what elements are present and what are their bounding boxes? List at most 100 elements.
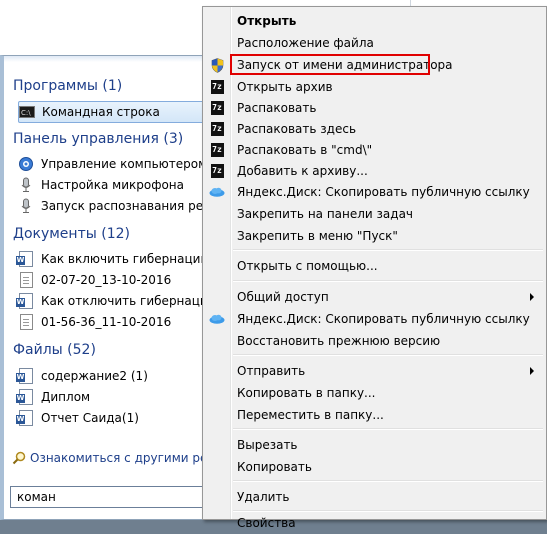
menu-item-label: Свойства: [237, 516, 296, 530]
result-item-label: Отчет Саида(1): [41, 411, 139, 425]
menu-item-open[interactable]: Открыть: [203, 10, 546, 32]
result-item-label: 01-56-36_11-10-2016: [41, 315, 172, 329]
menu-item-properties[interactable]: Свойства: [203, 512, 546, 534]
result-item-label: Командная строка: [42, 105, 160, 119]
menu-item-label: Открыть архив: [237, 80, 333, 94]
see-more-results-link[interactable]: Ознакомиться с другими резул: [12, 451, 229, 465]
menu-item-move-to-folder[interactable]: Переместить в папку...: [203, 404, 546, 426]
menu-item-label: Открыть с помощью...: [237, 259, 378, 273]
menu-item-yandex-copy-link[interactable]: Яндекс.Диск: Скопировать публичную ссылк…: [203, 181, 546, 203]
result-item-speech-recognition[interactable]: Запуск распознавания речи: [18, 196, 218, 216]
result-item-label: Управление компьютером б: [41, 157, 219, 171]
result-item-label: Как отключить гибернацию: [41, 294, 218, 308]
7zip-icon: 7z: [209, 142, 225, 158]
menu-item-label: Копировать в папку...: [237, 386, 376, 400]
word-doc-icon: [16, 410, 34, 426]
menu-item-label: Переместить в папку...: [237, 408, 384, 422]
menu-item-label: Общий доступ: [237, 290, 329, 304]
menu-item-label: Распаковать: [237, 101, 317, 115]
menu-item-label: Отправить: [237, 364, 306, 378]
context-menu: Открыть Расположение файла Запуск от име…: [202, 6, 547, 530]
menu-item-label: Яндекс.Диск: Скопировать публичную ссылк…: [237, 312, 530, 326]
uac-shield-icon: [209, 57, 225, 73]
word-doc-icon: [16, 368, 34, 384]
menu-item-send-to[interactable]: Отправить: [203, 360, 546, 382]
microphone-icon: [18, 198, 34, 214]
menu-item-label: Яндекс.Диск: Скопировать публичную ссылк…: [237, 185, 530, 199]
document-icon: [18, 314, 34, 330]
menu-item-restore-previous[interactable]: Восстановить прежнюю версию: [203, 330, 546, 352]
menu-item-label: Восстановить прежнюю версию: [237, 334, 441, 348]
result-item-computer-management[interactable]: Управление компьютером б: [18, 154, 218, 174]
submenu-arrow-icon: [530, 367, 534, 375]
word-doc-icon: [16, 389, 34, 405]
menu-item-label: Вырезать: [237, 438, 298, 452]
cmd-icon: C:\: [19, 104, 35, 120]
menu-item-extract[interactable]: 7z Распаковать: [203, 97, 546, 119]
menu-item-label: Закрепить на панели задач: [237, 207, 414, 221]
result-item-label: Настройка микрофона: [41, 178, 184, 192]
menu-item-add-to-archive[interactable]: 7z Добавить к архиву...: [203, 160, 546, 182]
menu-separator: [233, 480, 543, 482]
result-item-file[interactable]: Диплом: [16, 387, 218, 407]
panel-top-fade: [4, 56, 214, 62]
menu-item-extract-here[interactable]: 7z Распаковать здесь: [203, 118, 546, 140]
menu-item-label: Добавить к архиву...: [237, 164, 368, 178]
search-input[interactable]: коман: [10, 486, 215, 508]
result-item-label: содержание2 (1): [41, 369, 148, 383]
menu-item-delete[interactable]: Удалить: [203, 486, 546, 508]
menu-item-label: Расположение файла: [237, 36, 374, 50]
group-header-control-panel[interactable]: Панель управления (3): [13, 131, 183, 147]
menu-item-pin-start[interactable]: Закрепить в меню "Пуск": [203, 225, 546, 247]
menu-item-extract-to[interactable]: 7z Распаковать в "cmd\": [203, 139, 546, 161]
result-item-doc[interactable]: 01-56-36_11-10-2016: [18, 312, 218, 332]
menu-separator: [233, 354, 543, 356]
result-item-label: Запуск распознавания речи: [41, 199, 218, 213]
menu-item-sharing[interactable]: Общий доступ: [203, 286, 546, 308]
menu-item-copy-to-folder[interactable]: Копировать в папку...: [203, 382, 546, 404]
submenu-arrow-icon: [530, 293, 534, 301]
result-item-file[interactable]: содержание2 (1): [16, 366, 218, 386]
menu-item-label: Распаковать здесь: [237, 122, 357, 136]
result-item-file[interactable]: Отчет Саида(1): [16, 408, 218, 428]
result-item-doc[interactable]: Как включить гибернацию в: [16, 249, 222, 269]
menu-separator: [233, 280, 543, 282]
menu-item-pin-taskbar[interactable]: Закрепить на панели задач: [203, 203, 546, 225]
menu-item-cut[interactable]: Вырезать: [203, 434, 546, 456]
highlight-box: [230, 54, 430, 75]
document-icon: [18, 272, 34, 288]
menu-item-label: Удалить: [237, 490, 290, 504]
microphone-icon: [18, 177, 34, 193]
group-header-files[interactable]: Файлы (52): [13, 342, 96, 358]
computer-management-icon: [18, 156, 34, 172]
result-item-label: Как включить гибернацию в: [41, 252, 222, 266]
menu-item-copy[interactable]: Копировать: [203, 456, 546, 478]
menu-separator: [233, 249, 543, 251]
group-header-programs[interactable]: Программы (1): [13, 78, 122, 94]
result-item-doc[interactable]: 02-07-20_13-10-2016: [18, 270, 218, 290]
yandex-disk-icon: [209, 311, 225, 327]
menu-item-label: Распаковать в "cmd\": [237, 143, 373, 157]
search-icon: [12, 451, 26, 465]
yandex-disk-icon: [209, 184, 225, 200]
7zip-icon: 7z: [209, 100, 225, 116]
result-item-label: 02-07-20_13-10-2016: [41, 273, 172, 287]
menu-item-label: Закрепить в меню "Пуск": [237, 229, 398, 243]
7zip-icon: 7z: [209, 79, 225, 95]
result-item-doc[interactable]: Как отключить гибернацию: [16, 291, 218, 311]
7zip-icon: 7z: [209, 121, 225, 137]
result-item-microphone-setup[interactable]: Настройка микрофона: [18, 175, 218, 195]
menu-item-open-with[interactable]: Открыть с помощью...: [203, 255, 546, 277]
7zip-icon: 7z: [209, 163, 225, 179]
result-item-cmd[interactable]: C:\ Командная строка: [18, 101, 216, 123]
word-doc-icon: [16, 251, 34, 267]
menu-item-label: Открыть: [237, 14, 297, 28]
menu-item-label: Копировать: [237, 460, 312, 474]
result-item-label: Диплом: [41, 390, 91, 404]
menu-item-yandex-copy-link[interactable]: Яндекс.Диск: Скопировать публичную ссылк…: [203, 308, 546, 330]
menu-item-file-location[interactable]: Расположение файла: [203, 32, 546, 54]
group-header-documents[interactable]: Документы (12): [13, 226, 130, 242]
menu-separator: [233, 428, 543, 430]
word-doc-icon: [16, 293, 34, 309]
menu-item-open-archive[interactable]: 7z Открыть архив: [203, 76, 546, 98]
